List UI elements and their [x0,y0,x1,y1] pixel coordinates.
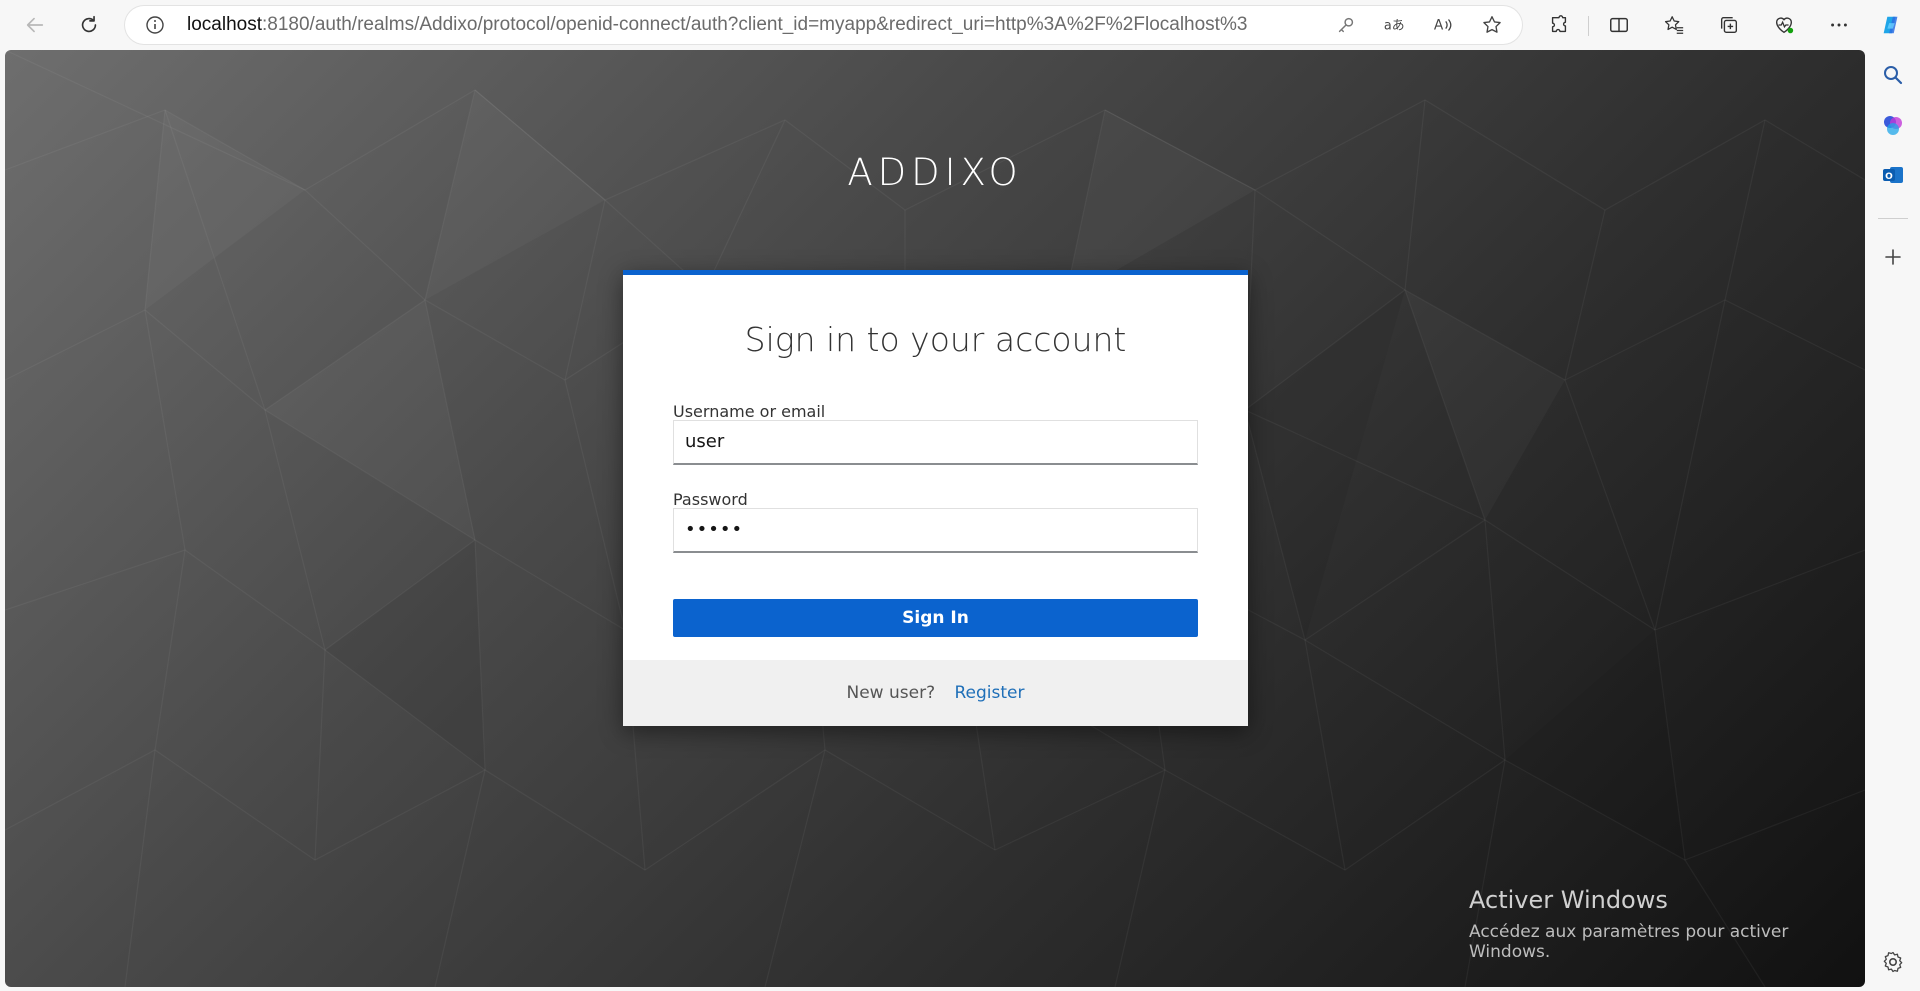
info-icon[interactable] [145,15,165,35]
back-button[interactable] [17,8,53,42]
add-icon[interactable] [1881,245,1905,269]
username-input[interactable]: user [673,420,1198,465]
arrow-left-icon [26,17,44,33]
svg-text:A: A [1434,18,1444,34]
sign-in-button[interactable]: Sign In [673,599,1198,637]
address-bar[interactable]: localhost:8180/auth/realms/Addixo/protoc… [125,6,1522,44]
translate-icon[interactable]: aあ [1382,14,1404,36]
toolbar-divider [1588,16,1589,36]
split-screen-button[interactable] [1601,8,1637,42]
copilot-app-icon[interactable] [1881,113,1905,137]
more-icon [1831,23,1847,27]
username-label: Username or email [673,402,826,421]
settings-icon[interactable] [1881,950,1905,974]
performance-button[interactable] [1766,8,1802,42]
new-user-text: New user? [846,683,936,703]
watermark-title: Activer Windows [1469,886,1668,914]
svg-text:aあ: aあ [1384,19,1404,34]
split-screen-icon [1610,17,1628,33]
register-footer: New user? Register [623,660,1248,726]
refresh-button[interactable] [71,8,107,42]
watermark-subtitle: Accédez aux paramètres pour activer Wind… [1469,922,1789,962]
outlook-icon[interactable]: O [1881,163,1905,187]
read-aloud-icon[interactable]: A [1432,14,1454,36]
page-viewport: ADDIXO Sign in to your account Username … [5,50,1865,987]
collections-icon [1720,16,1738,34]
puzzle-icon [1551,15,1567,33]
browser-toolbar: localhost:8180/auth/realms/Addixo/protoc… [0,0,1920,50]
edge-sidebar: O [1866,50,1920,991]
star-icon[interactable] [1481,14,1503,36]
favorites-button[interactable] [1656,8,1692,42]
search-icon[interactable] [1881,63,1905,87]
password-input[interactable]: ••••• [673,508,1198,553]
sidebar-divider [1878,218,1908,219]
brand-logo-text: ADDIXO [847,151,1023,194]
extensions-button[interactable] [1541,8,1577,42]
login-card: Sign in to your account Username or emai… [623,270,1248,726]
url-text[interactable]: localhost:8180/auth/realms/Addixo/protoc… [187,6,1247,44]
heart-pulse-icon [1775,17,1794,34]
more-button[interactable] [1821,8,1857,42]
copilot-button[interactable] [1873,8,1909,42]
svg-text:O: O [1885,172,1893,182]
register-link[interactable]: Register [955,683,1025,703]
page-title: Sign in to your account [744,320,1127,359]
key-icon[interactable] [1335,14,1357,36]
windows-activation-watermark: Activer Windows Accédez aux paramètres p… [1469,886,1865,962]
collections-button[interactable] [1711,8,1747,42]
copilot-icon [1883,16,1898,34]
password-label: Password [673,490,748,509]
refresh-icon [81,15,97,33]
favorites-icon [1664,16,1684,34]
